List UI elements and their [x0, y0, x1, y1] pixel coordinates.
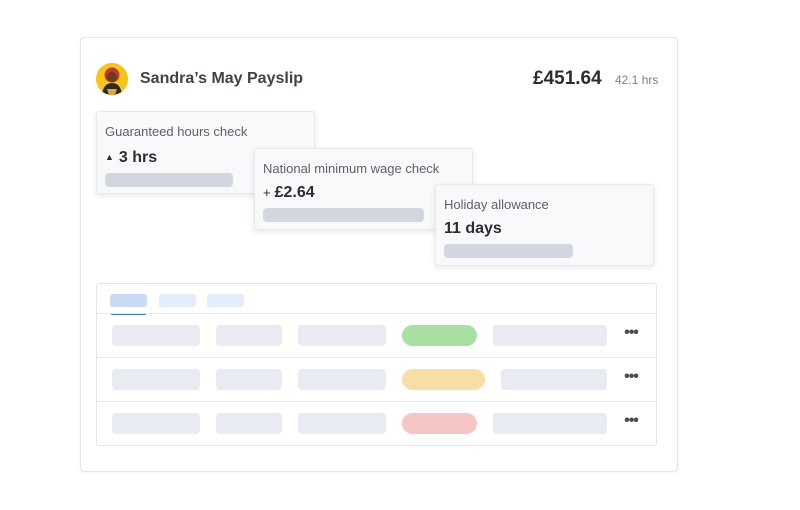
table-cell	[298, 369, 386, 390]
status-badge	[402, 369, 485, 390]
table-cell	[493, 413, 607, 434]
card-value-text: £2.64	[274, 184, 315, 201]
table-cell	[216, 369, 282, 390]
card-skeleton-bar	[263, 208, 424, 222]
arrow-up-icon: ▲	[105, 152, 114, 162]
table-row[interactable]: •••	[97, 357, 656, 402]
card-title: National minimum wage check	[263, 161, 440, 176]
table-cell	[501, 369, 607, 390]
payslip-hours: 42.1 hrs	[615, 73, 659, 87]
card-title: Holiday allowance	[444, 197, 549, 212]
status-badge	[402, 413, 477, 434]
table-row[interactable]: •••	[97, 401, 656, 446]
card-value-text: 3 hrs	[118, 149, 158, 166]
card-skeleton-bar	[444, 244, 573, 258]
tab-3[interactable]	[207, 294, 244, 307]
tab-1[interactable]	[110, 294, 147, 307]
card-value: + £2.64	[263, 184, 315, 202]
card-value: ▲ 3 hrs	[105, 149, 157, 167]
payslip-table: ••• ••• •••	[96, 283, 657, 446]
more-horizontal-icon[interactable]: •••	[619, 368, 643, 390]
table-cell	[216, 325, 282, 346]
card-skeleton-bar	[105, 173, 233, 187]
person-avatar-icon	[96, 63, 128, 95]
card-value-text: 11 days	[444, 220, 502, 237]
table-cell	[298, 413, 386, 434]
more-horizontal-icon[interactable]: •••	[619, 412, 643, 434]
table-cell	[112, 369, 200, 390]
status-badge	[402, 325, 477, 346]
table-cell	[493, 325, 607, 346]
tab-2[interactable]	[159, 294, 196, 307]
more-horizontal-icon[interactable]: •••	[619, 324, 643, 346]
table-cell	[298, 325, 386, 346]
plus-icon: +	[263, 185, 271, 200]
card-title: Guaranteed hours check	[105, 124, 248, 139]
page-title: Sandra’s May Payslip	[140, 70, 304, 87]
payslip-amount: £451.64	[533, 68, 602, 89]
table-cell	[216, 413, 282, 434]
avatar[interactable]	[96, 63, 128, 95]
table-row[interactable]: •••	[97, 313, 656, 358]
holiday-allowance-card[interactable]: Holiday allowance 11 days	[435, 184, 654, 266]
table-cell	[112, 325, 200, 346]
card-value: 11 days	[444, 220, 502, 238]
table-cell	[112, 413, 200, 434]
